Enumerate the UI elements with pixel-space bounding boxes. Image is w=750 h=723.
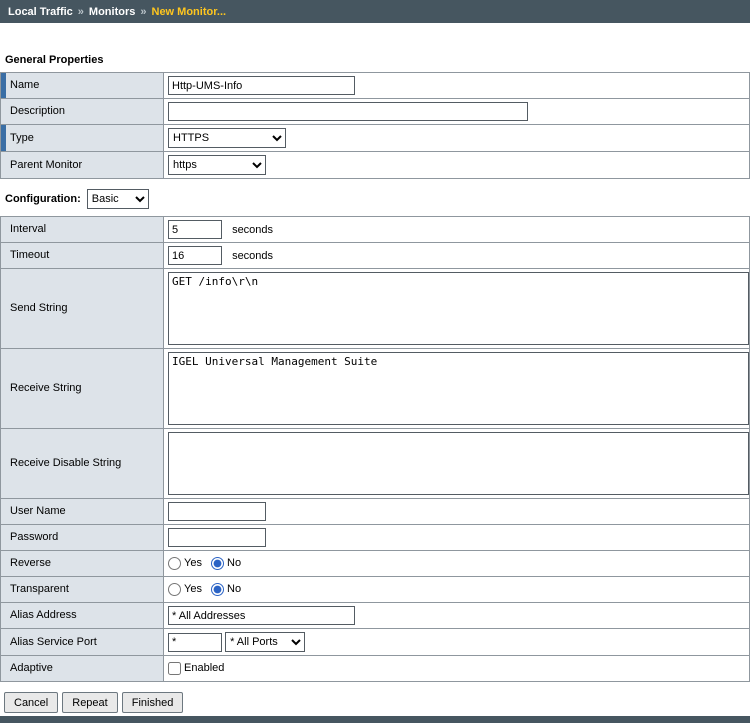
- reverse-yes-label: Yes: [184, 557, 202, 569]
- transparent-yes-radio[interactable]: [168, 583, 181, 596]
- send-string-textarea[interactable]: GET /info\r\n: [168, 272, 749, 345]
- row-receive-disable-string: Receive Disable String: [1, 429, 750, 499]
- cancel-button[interactable]: Cancel: [4, 692, 58, 713]
- interval-input[interactable]: [168, 220, 222, 239]
- alias-address-label: Alias Address: [1, 603, 164, 629]
- adaptive-enabled-checkbox[interactable]: [168, 662, 181, 675]
- reverse-no-label: No: [227, 557, 241, 569]
- row-name: Name: [1, 73, 750, 99]
- row-interval: Interval seconds: [1, 217, 750, 243]
- type-select[interactable]: HTTPS: [168, 128, 286, 148]
- row-adaptive: Adaptive Enabled: [1, 656, 750, 682]
- reverse-no-radio[interactable]: [211, 557, 224, 570]
- receive-disable-string-label: Receive Disable String: [1, 429, 164, 499]
- parent-monitor-select[interactable]: https: [168, 155, 266, 175]
- row-alias-service-port: Alias Service Port * All Ports: [1, 629, 750, 656]
- receive-string-label: Receive String: [1, 349, 164, 429]
- finished-button[interactable]: Finished: [122, 692, 184, 713]
- reverse-yes-option[interactable]: Yes: [168, 557, 202, 569]
- row-send-string: Send String GET /info\r\n: [1, 269, 750, 349]
- timeout-input[interactable]: [168, 246, 222, 265]
- breadcrumb-current-page: New Monitor...: [152, 6, 227, 18]
- row-parent-monitor: Parent Monitor https: [1, 152, 750, 179]
- row-timeout: Timeout seconds: [1, 243, 750, 269]
- breadcrumb-item-monitors[interactable]: Monitors: [89, 6, 135, 18]
- footer-bar: [0, 716, 750, 723]
- configuration-label: Configuration:: [5, 193, 81, 205]
- password-label: Password: [1, 525, 164, 551]
- timeout-label: Timeout: [1, 243, 164, 269]
- repeat-button[interactable]: Repeat: [62, 692, 117, 713]
- row-password: Password: [1, 525, 750, 551]
- alias-service-port-input[interactable]: [168, 633, 222, 652]
- receive-string-textarea[interactable]: IGEL Universal Management Suite: [168, 352, 749, 425]
- transparent-no-radio[interactable]: [211, 583, 224, 596]
- transparent-no-option[interactable]: No: [211, 583, 241, 595]
- breadcrumb-separator-icon: »: [78, 6, 84, 18]
- type-label: Type: [1, 125, 164, 152]
- reverse-yes-radio[interactable]: [168, 557, 181, 570]
- user-name-label: User Name: [1, 499, 164, 525]
- row-description: Description: [1, 99, 750, 125]
- configuration-header: Configuration: Basic: [5, 189, 750, 209]
- name-input[interactable]: [168, 76, 355, 95]
- alias-service-port-label: Alias Service Port: [1, 629, 164, 656]
- row-type: Type HTTPS: [1, 125, 750, 152]
- transparent-yes-label: Yes: [184, 583, 202, 595]
- configuration-table: Interval seconds Timeout seconds Send St…: [0, 216, 750, 682]
- alias-address-input[interactable]: [168, 606, 355, 625]
- reverse-label: Reverse: [1, 551, 164, 577]
- breadcrumb: Local Traffic » Monitors » New Monitor..…: [0, 0, 750, 23]
- breadcrumb-item-local-traffic[interactable]: Local Traffic: [8, 6, 73, 18]
- parent-monitor-label: Parent Monitor: [1, 152, 164, 179]
- row-alias-address: Alias Address: [1, 603, 750, 629]
- transparent-no-label: No: [227, 583, 241, 595]
- row-transparent: Transparent Yes No: [1, 577, 750, 603]
- description-label: Description: [1, 99, 164, 125]
- adaptive-enabled-option[interactable]: Enabled: [168, 662, 224, 674]
- configuration-mode-select[interactable]: Basic: [87, 189, 149, 209]
- description-input[interactable]: [168, 102, 528, 121]
- transparent-yes-option[interactable]: Yes: [168, 583, 202, 595]
- row-user-name: User Name: [1, 499, 750, 525]
- section-title-general-properties: General Properties: [5, 54, 750, 66]
- adaptive-label: Adaptive: [1, 656, 164, 682]
- row-reverse: Reverse Yes No: [1, 551, 750, 577]
- reverse-no-option[interactable]: No: [211, 557, 241, 569]
- general-properties-table: Name Description Type HTTPS Parent Monit…: [0, 72, 750, 179]
- password-input[interactable]: [168, 528, 266, 547]
- user-name-input[interactable]: [168, 502, 266, 521]
- name-label: Name: [1, 73, 164, 99]
- receive-disable-string-textarea[interactable]: [168, 432, 749, 495]
- interval-label: Interval: [1, 217, 164, 243]
- interval-unit: seconds: [232, 224, 273, 236]
- transparent-label: Transparent: [1, 577, 164, 603]
- adaptive-enabled-label: Enabled: [184, 662, 224, 674]
- timeout-unit: seconds: [232, 250, 273, 262]
- alias-service-port-select[interactable]: * All Ports: [225, 632, 305, 652]
- action-buttons: Cancel Repeat Finished: [4, 692, 750, 713]
- send-string-label: Send String: [1, 269, 164, 349]
- breadcrumb-separator-icon: »: [140, 6, 146, 18]
- row-receive-string: Receive String IGEL Universal Management…: [1, 349, 750, 429]
